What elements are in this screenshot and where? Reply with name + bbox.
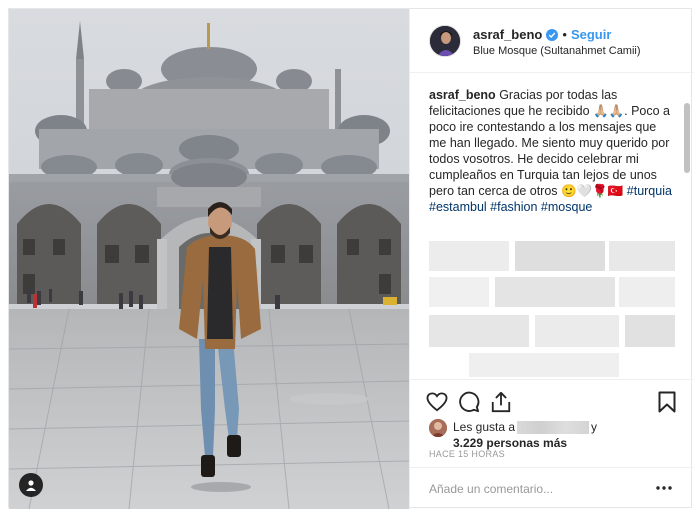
follow-button[interactable]: Seguir	[571, 27, 611, 42]
likes-text: Les gusta a y	[453, 420, 597, 434]
header-username[interactable]: asraf_beno	[473, 27, 542, 42]
hashtag-link[interactable]: #fashion	[490, 200, 537, 214]
mosque-photo-image	[9, 9, 409, 509]
header-user-row: asraf_beno • Seguir	[473, 27, 611, 42]
caption: asraf_beno Gracias por todas las felicit…	[429, 87, 677, 215]
hashtag-link[interactable]: #turquia	[627, 184, 672, 198]
hashtag-link[interactable]: #estambul	[429, 200, 487, 214]
comment-bar	[410, 467, 694, 509]
action-bar	[410, 379, 694, 419]
post-timestamp[interactable]: HACE 15 HORAS	[429, 449, 505, 459]
comment-bubble-icon[interactable]	[457, 390, 481, 414]
bookmark-icon[interactable]	[655, 390, 679, 414]
blurred-liker-name	[517, 420, 590, 434]
location-link[interactable]: Blue Mosque (Sultanahmet Camii)	[473, 45, 641, 57]
likes-suffix: y	[591, 420, 598, 434]
likes-prefix: Les gusta a	[453, 420, 516, 434]
post-photo[interactable]	[9, 9, 409, 509]
share-icon[interactable]	[489, 390, 513, 414]
heart-icon[interactable]	[425, 390, 449, 414]
comment-input[interactable]	[429, 480, 639, 498]
liker-avatar[interactable]	[429, 419, 447, 437]
likes-count[interactable]: 3.229 personas más	[453, 436, 567, 450]
more-options-icon[interactable]	[654, 480, 674, 496]
caption-username[interactable]: asraf_beno	[429, 88, 496, 102]
blurred-comments	[429, 233, 675, 379]
verified-badge-icon	[546, 28, 559, 41]
header-separator: •	[562, 27, 567, 42]
comments-scrollbar[interactable]	[684, 103, 690, 173]
comments-area[interactable]: asraf_beno Gracias por todas las felicit…	[410, 73, 694, 379]
post-header: asraf_beno • Seguir Blue Mosque (Sultana…	[410, 9, 694, 73]
caption-text: Gracias por todas las felicitaciones que…	[429, 88, 670, 198]
user-tag-icon[interactable]	[19, 473, 43, 497]
hashtag-link[interactable]: #mosque	[541, 200, 592, 214]
avatar[interactable]	[429, 25, 461, 57]
instagram-post: asraf_beno • Seguir Blue Mosque (Sultana…	[8, 8, 694, 509]
post-side-panel: asraf_beno • Seguir Blue Mosque (Sultana…	[409, 9, 694, 509]
